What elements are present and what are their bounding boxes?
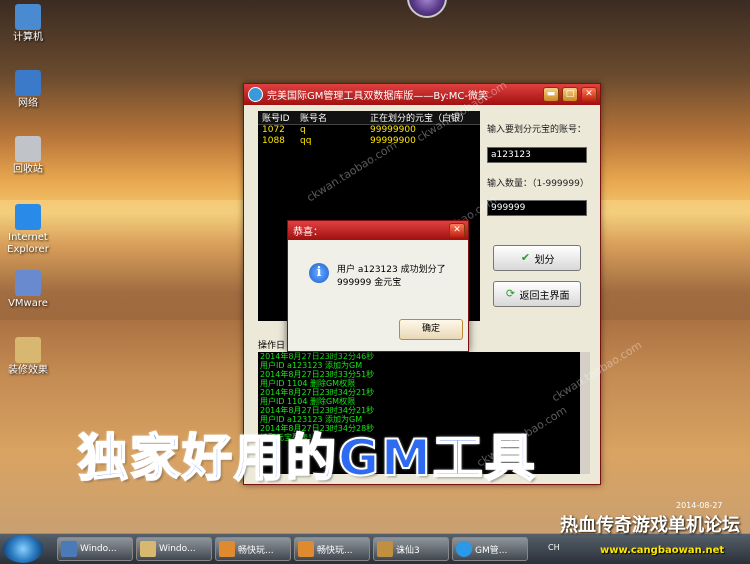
log-line: 2014年8月27日23时32分46秒 [260,352,375,361]
app-icon [298,541,314,557]
forum-watermark-title: 热血传奇游戏单机论坛 [560,515,740,536]
forum-watermark-url: www.cangbaowan.net [600,545,725,556]
taskbar-item-label: Windo... [159,544,196,554]
input-language-indicator[interactable]: CH [548,543,560,552]
cell-name: qq [300,136,312,146]
promo-banner: 独家好用的GM工具 [77,428,537,488]
cell-id: 1088 [262,136,285,146]
computer-icon [15,4,41,30]
desktop-icon-recycle-bin[interactable]: 回收站 [0,136,58,176]
desktop-icon-computer[interactable]: 计算机 [0,4,58,44]
col-header-id[interactable]: 账号ID [258,111,300,124]
network-icon [15,70,41,96]
taskbar-item-label: Windo... [80,544,117,554]
allocate-button-label: 划分 [534,254,555,266]
dialog-close-button[interactable]: ✕ [449,223,465,238]
minimize-button[interactable]: ▬ [543,87,559,102]
account-input[interactable]: a123123 [487,147,587,163]
quantity-field-label: 输入数量：（1-999999） [487,179,589,189]
window-titlebar[interactable]: 完美国际GM管理工具双数据库版——By:MC-微笑 ▬ □ ✕ [244,84,600,105]
folder-icon [15,337,41,363]
ok-button[interactable]: 确定 [399,319,463,340]
dialog-message-line2: 999999 金元宝 [337,278,402,288]
window-icon [61,541,77,557]
log-label: 操作日 [258,341,286,351]
taskbar-item[interactable]: GM管... [452,537,528,561]
close-button[interactable]: ✕ [581,87,597,102]
desktop-icon-ie[interactable]: Internet Explorer [0,204,58,256]
log-line: 2014年8月27日23时34分21秒 [260,388,375,397]
desktop-icon-label: 计算机 [13,32,43,43]
ie-icon [15,204,41,230]
cell-id: 1072 [262,125,285,135]
taskbar-item[interactable]: Windo... [136,537,212,561]
back-to-main-button[interactable]: ⟳ 返回主界面 [493,281,581,307]
dialog-title: 恭喜： [293,227,323,238]
taskbar-item-label: 畅快玩... [317,545,353,556]
allocate-button[interactable]: ✔ 划分 [493,245,581,271]
desktop-icon-label: 回收站 [13,164,43,175]
desktop-icon-label: VMware [8,298,48,309]
app-icon [219,541,235,557]
dialog-message: 用户 a123123 成功划分了 999999 金元宝 [337,264,446,290]
taskbar-item-label: GM管... [475,545,508,556]
desktop-icon-network[interactable]: 网络 [0,70,58,110]
recycle-bin-icon [15,136,41,162]
col-header-name[interactable]: 账号名 [300,111,370,124]
desktop-icon-label: 网络 [18,98,38,109]
log-line: 2014年8月27日23时34分21秒 [260,406,375,415]
dialog-message-line1: 用户 a123123 成功划分了 [337,265,446,275]
back-button-label: 返回主界面 [519,290,570,302]
log-line: 用户ID 1104 删除GM权限 [260,397,356,406]
taskbar-item-label: 诛仙3 [396,545,420,556]
game-icon [377,541,393,557]
start-button[interactable] [3,535,43,563]
taskbar-item-label: 畅快玩... [238,545,274,556]
quantity-input[interactable]: 999999 [487,200,587,216]
taskbar-item[interactable]: Windo... [57,537,133,561]
list-item[interactable]: 1088 qq 99999900 [258,136,480,147]
taskbar-item[interactable]: 畅快玩... [294,537,370,561]
vmware-icon [15,270,41,296]
taskbar-item[interactable]: 诛仙3 [373,537,449,561]
account-field-label: 输入要划分元宝的账号： [487,125,587,135]
log-line: 2014年8月27日23时33分51秒 [260,370,375,379]
log-line: 用户ID 1104 删除GM权限 [260,379,356,388]
desktop-icon-vmware[interactable]: VMware [0,270,58,310]
checkmark-icon: ✔ [520,251,531,264]
clock-date: 2014-08-27 [676,501,723,510]
taskbar-item[interactable]: 畅快玩... [215,537,291,561]
refresh-icon: ⟳ [505,287,516,300]
dialog-titlebar[interactable]: 恭喜： ✕ [288,221,468,240]
folder-icon [140,541,156,557]
info-icon: i [309,263,329,283]
gm-tool-icon [456,541,472,557]
log-line: 用户ID a123123 添加为GM [260,361,363,370]
media-orb-icon[interactable] [407,0,447,18]
success-dialog[interactable]: 恭喜： ✕ i 用户 a123123 成功划分了 999999 金元宝 确定 [287,220,469,352]
maximize-button[interactable]: □ [562,87,578,102]
desktop-icon-label: Internet Explorer [7,232,49,255]
desktop-icon-folder[interactable]: 装修效果 [0,337,58,377]
app-icon [248,87,263,102]
desktop-icon-label: 装修效果 [8,365,48,376]
cell-name: q [300,125,306,135]
